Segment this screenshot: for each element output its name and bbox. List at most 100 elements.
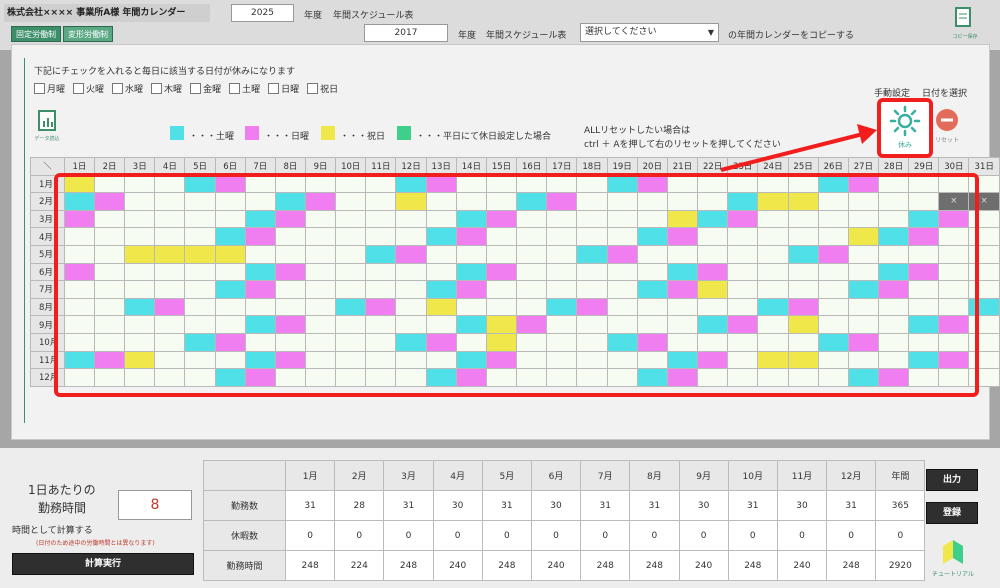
- work-hours-label: 勤務時間: [203, 550, 286, 581]
- work-hours-value: 240: [776, 550, 828, 581]
- summary-month-header: 5月: [481, 460, 532, 491]
- work-hours-value: 224: [334, 550, 385, 581]
- calc-title-1: 1日あたりの: [28, 483, 96, 497]
- copy-save-label: コピー保存: [952, 34, 978, 40]
- holidays-value: 0: [334, 520, 385, 551]
- checkbox-saturday[interactable]: 土曜: [229, 82, 260, 95]
- work-days-value: 365: [875, 490, 926, 521]
- holidays-value: 0: [678, 520, 729, 551]
- work-days-value: 31: [481, 490, 532, 521]
- copy-year-field[interactable]: 2017: [364, 24, 448, 42]
- work-hours-value: 248: [284, 550, 336, 581]
- calc-title-2: 勤務時間: [38, 501, 87, 515]
- work-days-value: 31: [284, 490, 336, 521]
- year-unit: 年度: [304, 11, 323, 21]
- checkbox-wednesday[interactable]: 水曜: [112, 82, 143, 95]
- holiday-set-button[interactable]: 休み: [877, 98, 933, 158]
- holidays-value: 0: [383, 520, 434, 551]
- company-title: 株式会社×××× 事業所A様 年間カレンダー: [4, 4, 210, 22]
- holidays-value: 0: [727, 520, 778, 551]
- legend-swatch-saturday: [170, 126, 184, 140]
- copy-schedule-title: 年間スケジュール表: [486, 31, 567, 41]
- legend-label-saturday: ・・・土曜: [189, 132, 235, 142]
- work-hours-value: 248: [727, 550, 778, 581]
- work-days-label: 勤務数: [203, 490, 286, 521]
- calc-note-2: (日付のため途中の労働時間とは異なります): [36, 540, 155, 547]
- holidays-value: 0: [875, 520, 926, 551]
- work-hours-value: 248: [481, 550, 532, 581]
- work-hours-value: 248: [629, 550, 680, 581]
- copy-save-button[interactable]: コピー保存: [950, 6, 980, 40]
- tutorial-button[interactable]: チュートリアル: [926, 536, 980, 582]
- chevron-down-icon: ▼: [707, 28, 714, 37]
- copy-source-select[interactable]: 選択してください ▼: [580, 23, 719, 42]
- summary-month-header: 3月: [383, 460, 434, 491]
- summary-month-header: 7月: [580, 460, 631, 491]
- select-date-label: 日付を選択: [922, 89, 968, 99]
- minus-circle-icon: [936, 109, 958, 131]
- holidays-value: 0: [629, 520, 680, 551]
- holiday-button-label: 休み: [898, 141, 912, 149]
- work-days-value: 30: [432, 490, 483, 521]
- holidays-value: 0: [481, 520, 532, 551]
- calculate-button[interactable]: 計算実行: [12, 553, 194, 575]
- tab-fixed-work[interactable]: 固定労働制: [11, 26, 61, 42]
- checkbox-sunday[interactable]: 日曜: [268, 82, 299, 95]
- output-button[interactable]: 出力: [926, 469, 978, 491]
- checkbox-monday[interactable]: 月曜: [34, 82, 65, 95]
- summary-month-header: 6月: [530, 460, 582, 491]
- work-days-value: 30: [530, 490, 582, 521]
- holidays-value: 0: [530, 520, 582, 551]
- summary-month-header: 2月: [334, 460, 385, 491]
- reset-hint-line1: ALLリセットしたい場合は: [584, 126, 691, 136]
- summary-month-header: 1月: [284, 460, 336, 491]
- summary-month-header: 年間: [875, 460, 926, 491]
- summary-month-header: 12月: [826, 460, 877, 491]
- legend-label-sunday: ・・・日曜: [264, 132, 310, 142]
- work-hours-value: 248: [580, 550, 631, 581]
- year-field[interactable]: 2025: [231, 4, 294, 22]
- legend-label-weekday-off: ・・・平日にて休日設定した場合: [416, 132, 552, 142]
- register-button[interactable]: 登録: [926, 502, 978, 524]
- legend-swatch-sunday: [245, 126, 259, 140]
- reset-button[interactable]: リセット: [930, 108, 964, 148]
- work-days-value: 31: [629, 490, 680, 521]
- instruction-text: 下記にチェックを入れると毎日に該当する日付が休みになります: [34, 67, 296, 77]
- beginner-mark-icon: [943, 540, 963, 564]
- hours-per-day-input[interactable]: 8: [118, 490, 192, 520]
- calendar-highlight-frame: [54, 173, 979, 397]
- sun-icon: [889, 105, 921, 137]
- work-days-value: 30: [678, 490, 729, 521]
- weekday-checkboxes: 月曜 火曜 水曜 木曜 金曜 土曜 日曜 祝日: [34, 82, 346, 95]
- legend-swatch-holiday: [321, 126, 335, 140]
- summary-month-header: 8月: [629, 460, 680, 491]
- work-hours-value: 248: [383, 550, 434, 581]
- panel-divider: [24, 58, 25, 423]
- summary-corner: [203, 460, 286, 491]
- holidays-value: 0: [826, 520, 877, 551]
- work-hours-value: 240: [678, 550, 729, 581]
- holidays-value: 0: [284, 520, 336, 551]
- data-read-button[interactable]: データ読込: [34, 108, 60, 144]
- checkbox-holiday[interactable]: 祝日: [307, 82, 338, 95]
- document-icon: [955, 7, 971, 27]
- holidays-label: 休暇数: [203, 520, 286, 551]
- work-hours-value: 2920: [875, 550, 926, 581]
- copy-suffix: の年間カレンダーをコピーする: [728, 31, 855, 41]
- summary-month-header: 4月: [432, 460, 483, 491]
- checkbox-thursday[interactable]: 木曜: [151, 82, 182, 95]
- work-days-value: 31: [383, 490, 434, 521]
- work-days-value: 31: [580, 490, 631, 521]
- checkbox-friday[interactable]: 金曜: [190, 82, 221, 95]
- holidays-value: 0: [776, 520, 828, 551]
- tab-variable-work[interactable]: 変形労働制: [63, 26, 113, 42]
- copy-year-unit: 年度: [458, 31, 477, 41]
- red-arrow-icon: [720, 124, 877, 172]
- work-days-value: 28: [334, 490, 385, 521]
- work-days-value: 31: [826, 490, 877, 521]
- legend-swatch-weekday-off: [397, 126, 411, 140]
- holidays-value: 0: [432, 520, 483, 551]
- work-hours-value: 240: [432, 550, 483, 581]
- checkbox-tuesday[interactable]: 火曜: [73, 82, 104, 95]
- summary-month-header: 9月: [678, 460, 729, 491]
